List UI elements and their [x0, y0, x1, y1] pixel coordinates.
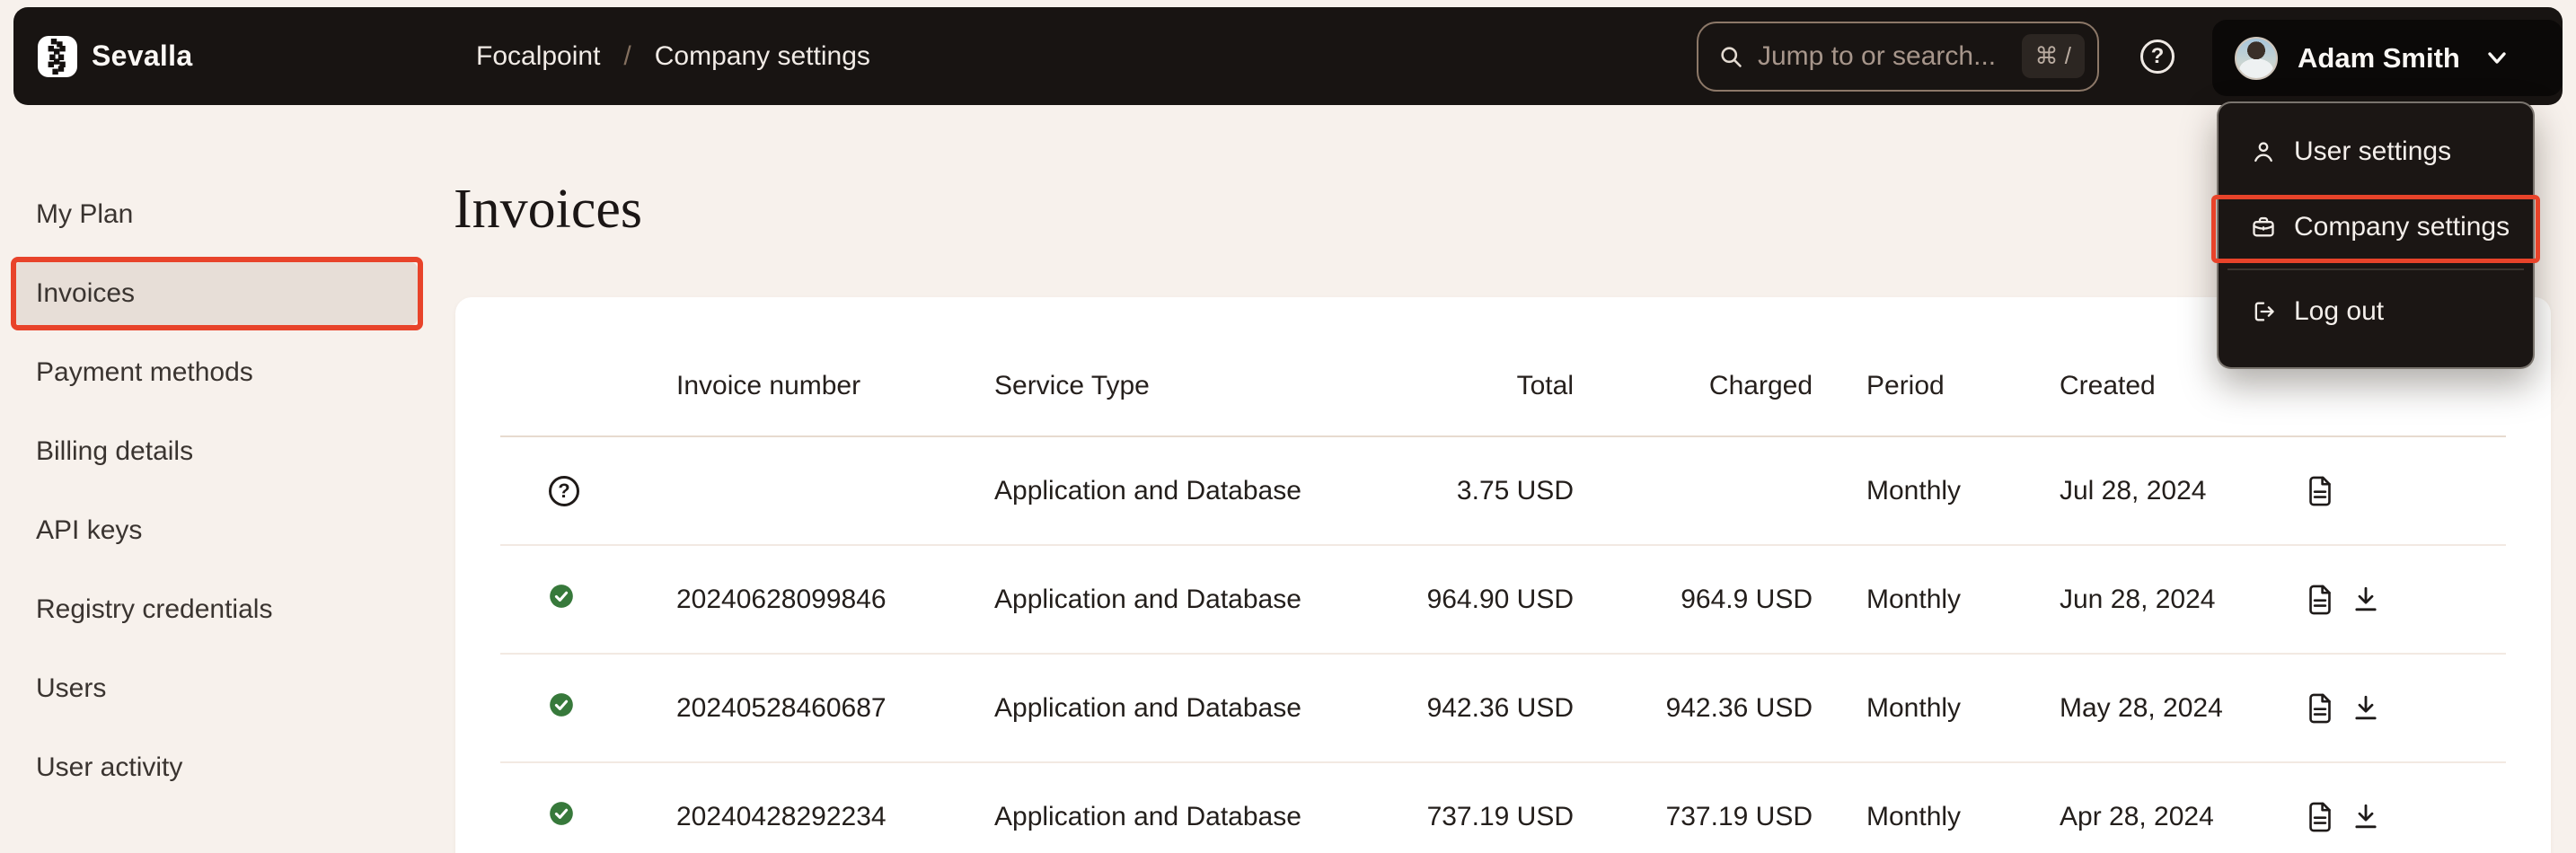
- sidebar-item-payment-methods[interactable]: Payment methods: [13, 333, 418, 412]
- table-row: ? Application and Database 3.75 USD Mont…: [500, 437, 2506, 546]
- invoices-card: Invoice number Service Type Total Charge…: [455, 297, 2551, 853]
- sidebar-item-users[interactable]: Users: [13, 649, 418, 728]
- menu-divider: [2228, 268, 2524, 270]
- menu-item-label: User settings: [2294, 136, 2451, 167]
- period-cell: Monthly: [1813, 693, 2060, 724]
- breadcrumb-separator: /: [623, 41, 631, 72]
- invoice-number-cell: 20240428292234: [676, 802, 994, 832]
- paid-status-icon: [549, 584, 574, 616]
- download-icon[interactable]: [2353, 803, 2378, 831]
- brand[interactable]: Sevalla: [38, 7, 192, 105]
- user-dropdown-menu: User settings Company settings Log out: [2217, 101, 2535, 369]
- briefcase-icon: [2251, 215, 2276, 240]
- help-icon[interactable]: ?: [2140, 40, 2175, 74]
- document-icon[interactable]: [2307, 693, 2333, 724]
- col-invoice-header: Invoice number: [676, 371, 994, 401]
- document-icon[interactable]: [2307, 476, 2333, 506]
- invoice-number-cell: 20240628099846: [676, 585, 994, 615]
- charged-cell: 942.36 USD: [1574, 693, 1813, 724]
- download-icon[interactable]: [2353, 694, 2378, 723]
- col-period-header: Period: [1813, 371, 2060, 401]
- breadcrumb-page[interactable]: Company settings: [655, 41, 870, 72]
- col-charged-header: Charged: [1574, 371, 1813, 401]
- menu-item-label: Company settings: [2294, 212, 2510, 242]
- period-cell: Monthly: [1813, 476, 2060, 506]
- table-row: ? 20240628099846 Application and Databas…: [500, 546, 2506, 655]
- sidebar-item-invoices[interactable]: Invoices: [13, 262, 418, 325]
- col-total-header: Total: [1363, 371, 1574, 401]
- table-row: ? 20240528460687 Application and Databas…: [500, 655, 2506, 763]
- total-cell: 942.36 USD: [1363, 693, 1574, 724]
- total-cell: 964.90 USD: [1363, 585, 1574, 615]
- row-actions: [2307, 476, 2506, 506]
- settings-sidebar: My Plan Invoices Payment methods Billing…: [0, 175, 445, 807]
- sidebar-item-billing-details[interactable]: Billing details: [13, 412, 418, 491]
- total-cell: 3.75 USD: [1363, 476, 1574, 506]
- service-type-cell: Application and Database: [994, 585, 1363, 615]
- service-type-cell: Application and Database: [994, 693, 1363, 724]
- menu-item-user-settings[interactable]: User settings: [2219, 114, 2533, 189]
- search-icon: [1718, 44, 1743, 69]
- document-icon[interactable]: [2307, 802, 2333, 832]
- created-cell: Jun 28, 2024: [2060, 585, 2307, 615]
- menu-item-log-out[interactable]: Log out: [2219, 274, 2533, 349]
- menu-item-label: Log out: [2294, 296, 2384, 327]
- user-menu-button[interactable]: Adam Smith: [2212, 20, 2563, 96]
- charged-cell: 964.9 USD: [1574, 585, 1813, 615]
- user-icon: [2251, 139, 2276, 164]
- invoice-status-cell: ?: [536, 692, 676, 725]
- avatar: [2235, 37, 2278, 80]
- sidebar-item-user-activity[interactable]: User activity: [13, 728, 418, 807]
- logout-icon: [2251, 299, 2276, 324]
- sidebar-item-api-keys[interactable]: API keys: [13, 491, 418, 570]
- period-cell: Monthly: [1813, 585, 2060, 615]
- user-name: Adam Smith: [2298, 42, 2460, 75]
- pending-status-icon: ?: [549, 476, 579, 506]
- col-service-header: Service Type: [994, 371, 1363, 401]
- table-row: ? 20240428292234 Application and Databas…: [500, 763, 2506, 853]
- menu-item-company-settings[interactable]: Company settings: [2219, 189, 2533, 265]
- search-input[interactable]: Jump to or search... ⌘ /: [1697, 22, 2099, 92]
- table-header-row: Invoice number Service Type Total Charge…: [500, 297, 2506, 437]
- service-type-cell: Application and Database: [994, 476, 1363, 506]
- chevron-down-icon: [2483, 49, 2510, 67]
- row-actions: [2307, 802, 2506, 832]
- download-icon[interactable]: [2353, 585, 2378, 614]
- paid-status-icon: [549, 692, 574, 725]
- search-placeholder: Jump to or search...: [1758, 41, 2022, 72]
- invoice-status-cell: ?: [536, 476, 676, 506]
- created-cell: Jul 28, 2024: [2060, 476, 2307, 506]
- sevalla-logo-icon: [38, 36, 77, 77]
- document-icon[interactable]: [2307, 585, 2333, 615]
- page-title: Invoices: [454, 181, 642, 237]
- col-created-header: Created: [2060, 371, 2307, 401]
- top-navigation-bar: Sevalla Focalpoint / Company settings Ju…: [13, 7, 2563, 105]
- app-root: Sevalla Focalpoint / Company settings Ju…: [0, 0, 2576, 853]
- service-type-cell: Application and Database: [994, 802, 1363, 832]
- invoice-status-cell: ?: [536, 801, 676, 833]
- brand-name: Sevalla: [92, 40, 192, 73]
- breadcrumb-company[interactable]: Focalpoint: [476, 41, 600, 72]
- total-cell: 737.19 USD: [1363, 802, 1574, 832]
- invoices-table: Invoice number Service Type Total Charge…: [500, 297, 2506, 853]
- row-actions: [2307, 585, 2506, 615]
- created-cell: May 28, 2024: [2060, 693, 2307, 724]
- search-shortcut-badge: ⌘ /: [2022, 34, 2085, 78]
- period-cell: Monthly: [1813, 802, 2060, 832]
- charged-cell: 737.19 USD: [1574, 802, 1813, 832]
- breadcrumb: Focalpoint / Company settings: [476, 7, 870, 105]
- invoice-status-cell: ?: [536, 584, 676, 616]
- invoice-number-cell: 20240528460687: [676, 693, 994, 724]
- paid-status-icon: [549, 801, 574, 833]
- created-cell: Apr 28, 2024: [2060, 802, 2307, 832]
- sidebar-item-my-plan[interactable]: My Plan: [13, 175, 418, 254]
- row-actions: [2307, 693, 2506, 724]
- sidebar-item-registry-credentials[interactable]: Registry credentials: [13, 570, 418, 649]
